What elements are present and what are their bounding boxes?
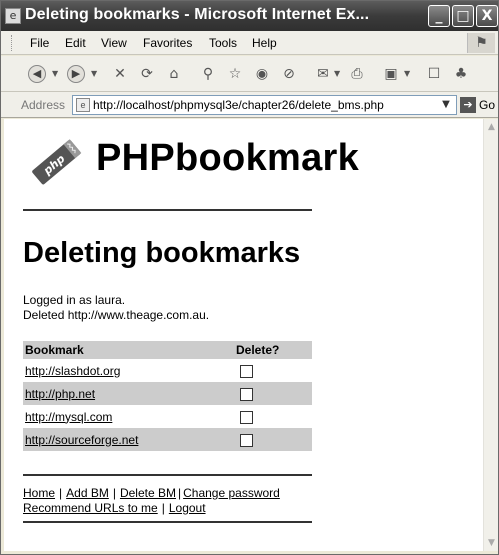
- footer-separator: |: [59, 486, 63, 500]
- address-label: Address: [21, 98, 66, 112]
- mail-dropdown-icon[interactable]: ▼: [334, 69, 340, 78]
- close-button[interactable]: X: [476, 5, 498, 27]
- change-password-link[interactable]: Change password: [183, 486, 280, 500]
- address-bar: Address e http://localhost/phpmysql3e/ch…: [1, 92, 498, 118]
- deleted-message: Deleted http://www.theage.com.au.: [23, 308, 210, 322]
- minimize-button[interactable]: _: [428, 5, 450, 27]
- forward-dropdown-icon[interactable]: ▼: [91, 69, 97, 78]
- php-bookmark-logo: php: [32, 139, 82, 185]
- home-icon[interactable]: ⌂: [165, 65, 183, 83]
- bookmark-table: Bookmark Delete? http://slashdot.org htt…: [23, 341, 312, 451]
- menu-help[interactable]: Help: [252, 36, 277, 50]
- bookmark-link[interactable]: http://php.net: [25, 387, 95, 401]
- print-icon[interactable]: ⎙: [348, 65, 366, 83]
- bookmark-link[interactable]: http://sourceforge.net: [25, 433, 138, 447]
- maximize-button[interactable]: □: [452, 5, 474, 27]
- col-bookmark-header: Bookmark: [23, 341, 230, 359]
- table-row: http://mysql.com: [23, 405, 312, 428]
- stop-icon[interactable]: ✕: [111, 65, 129, 83]
- footer-divider-bottom: [23, 521, 312, 523]
- window-title: Deleting bookmarks - Microsoft Internet …: [25, 6, 370, 23]
- scroll-up-icon[interactable]: ▲: [484, 119, 499, 135]
- browser-window: e Deleting bookmarks - Microsoft Interne…: [0, 0, 499, 555]
- delete-checkbox[interactable]: [240, 410, 253, 424]
- page-content: php PHPbookmark Deleting bookmarks Logge…: [4, 119, 483, 551]
- footer-divider-top: [23, 474, 312, 476]
- refresh-icon[interactable]: ⟳: [138, 65, 156, 83]
- menu-view[interactable]: View: [101, 36, 127, 50]
- menu-file[interactable]: File: [30, 36, 49, 50]
- discuss-icon[interactable]: ☐: [425, 65, 443, 83]
- standard-toolbar: ◀ ▼ ▶ ▼ ✕ ⟳ ⌂ ⚲ ☆ ◉ ⊘ ✉ ▼ ⎙ ▣ ▼ ☐ ♣: [1, 56, 498, 92]
- windows-logo-icon: ⚑: [467, 33, 495, 53]
- delete-checkbox[interactable]: [240, 364, 253, 378]
- page-heading: Deleting bookmarks: [23, 237, 301, 269]
- forward-icon[interactable]: ▶: [67, 65, 85, 83]
- menu-favorites[interactable]: Favorites: [143, 36, 192, 50]
- site-title: PHPbookmark: [96, 137, 360, 179]
- menu-tools[interactable]: Tools: [209, 36, 237, 50]
- favorites-icon[interactable]: ☆: [226, 65, 244, 83]
- history-icon[interactable]: ⊘: [280, 65, 298, 83]
- scroll-down-icon[interactable]: ▼: [484, 535, 499, 551]
- header-divider: [23, 209, 312, 211]
- edit-icon[interactable]: ▣: [382, 65, 400, 83]
- edit-dropdown-icon[interactable]: ▼: [404, 69, 410, 78]
- footer-nav: Home | Add BM | Delete BM | Change password Re…: [23, 486, 280, 516]
- address-dropdown-icon[interactable]: ▼: [438, 97, 454, 113]
- back-dropdown-icon[interactable]: ▼: [52, 69, 58, 78]
- go-arrow-icon[interactable]: ➔: [460, 97, 476, 113]
- add-bm-link[interactable]: Add BM: [66, 486, 109, 500]
- page-icon: e: [76, 98, 90, 112]
- recommend-urls-link[interactable]: Recommend URLs to me: [23, 501, 158, 515]
- table-row: http://slashdot.org: [23, 359, 312, 382]
- title-bar[interactable]: e Deleting bookmarks - Microsoft Interne…: [1, 1, 498, 31]
- home-link[interactable]: Home: [23, 486, 55, 500]
- ie-page-icon: e: [5, 8, 21, 24]
- menu-edit[interactable]: Edit: [65, 36, 86, 50]
- media-icon[interactable]: ◉: [253, 65, 271, 83]
- delete-bm-link[interactable]: Delete BM: [120, 486, 176, 500]
- logout-link[interactable]: Logout: [169, 501, 206, 515]
- search-icon[interactable]: ⚲: [199, 65, 217, 83]
- address-url[interactable]: http://localhost/phpmysql3e/chapter26/de…: [93, 98, 384, 112]
- back-icon[interactable]: ◀: [28, 65, 46, 83]
- logged-in-message: Logged in as laura.: [23, 293, 126, 307]
- go-button[interactable]: Go: [479, 98, 495, 112]
- bookmark-link[interactable]: http://slashdot.org: [25, 364, 120, 378]
- table-header-row: Bookmark Delete?: [23, 341, 312, 359]
- delete-checkbox[interactable]: [240, 433, 253, 447]
- mail-icon[interactable]: ✉: [314, 65, 332, 83]
- menu-bar: File Edit View Favorites Tools Help ⚑: [1, 31, 498, 55]
- col-delete-header: Delete?: [230, 341, 312, 359]
- menu-grip: [11, 35, 13, 51]
- footer-separator: |: [112, 486, 116, 500]
- messenger-icon[interactable]: ♣: [452, 65, 470, 83]
- table-row: http://sourceforge.net: [23, 428, 312, 451]
- bookmark-link[interactable]: http://mysql.com: [25, 410, 112, 424]
- address-input[interactable]: e http://localhost/phpmysql3e/chapter26/…: [72, 95, 457, 115]
- delete-checkbox[interactable]: [240, 387, 253, 401]
- footer-separator: |: [161, 501, 165, 515]
- vertical-scrollbar[interactable]: ▲ ▼: [483, 119, 498, 551]
- table-row: http://php.net: [23, 382, 312, 405]
